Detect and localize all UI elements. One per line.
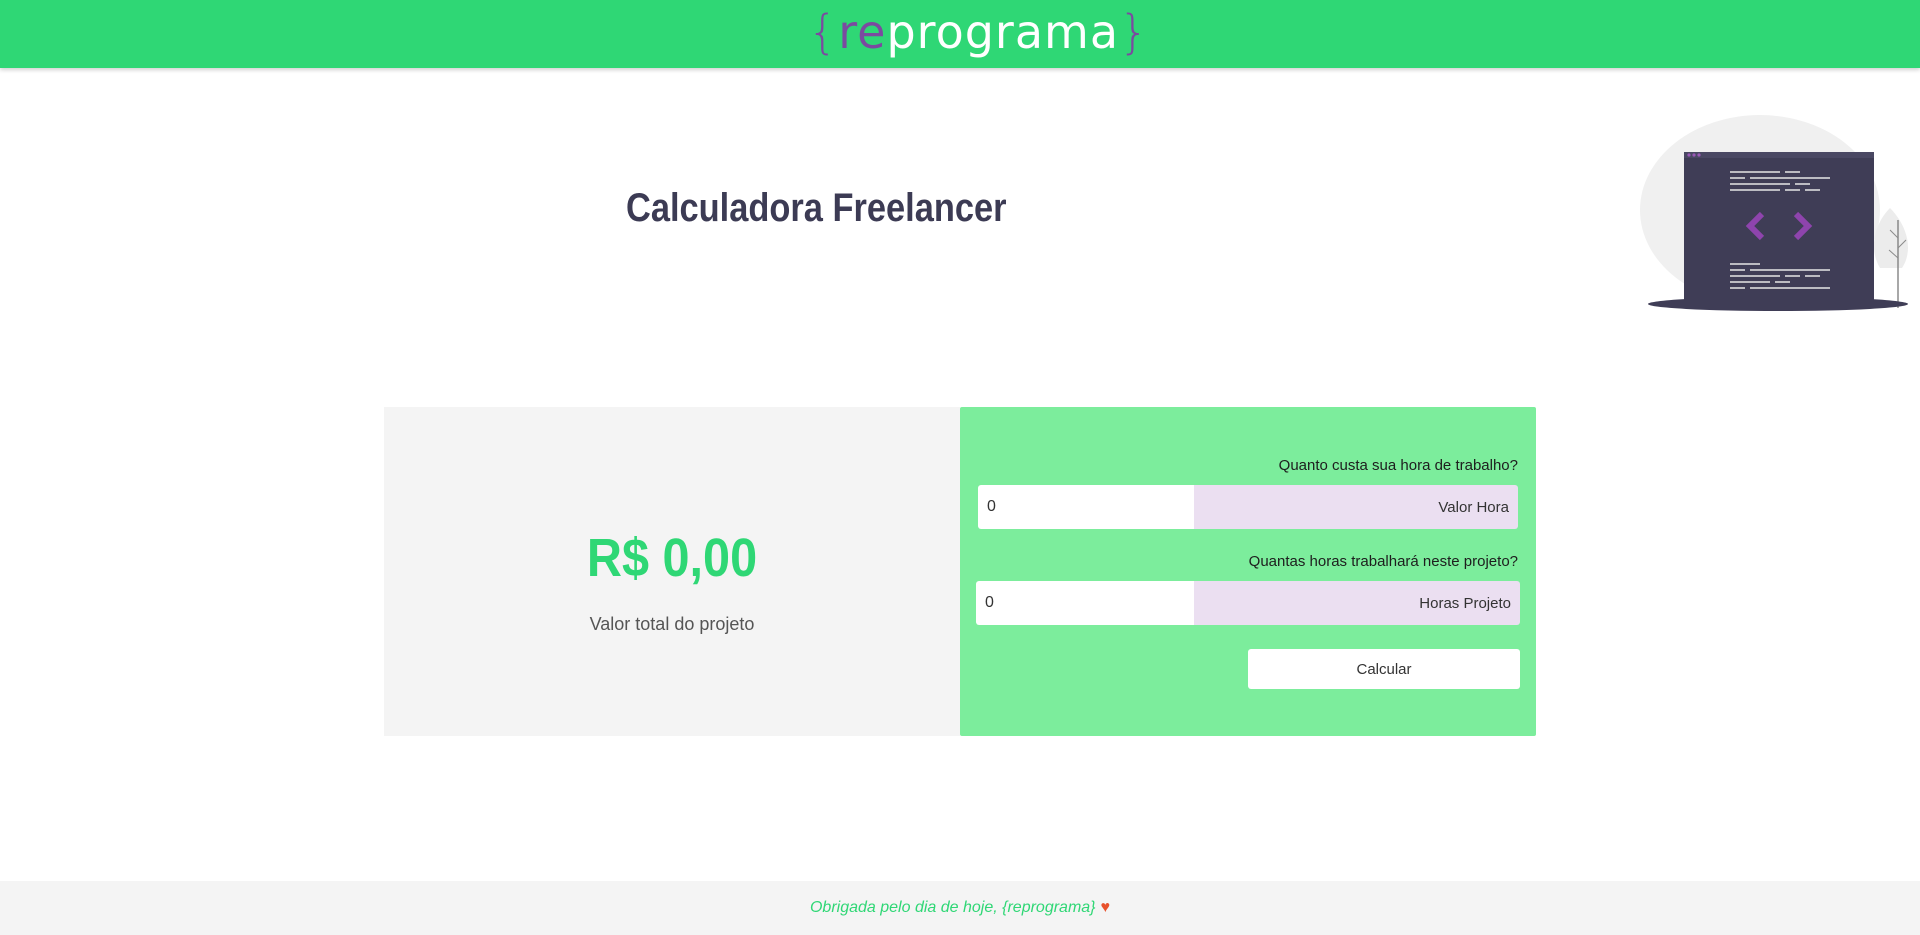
logo-close-brace: } <box>1119 5 1150 59</box>
logo-re: re <box>838 5 887 59</box>
project-hours-question: Quantas horas trabalhará neste projeto? <box>1248 553 1518 570</box>
project-hours-field: 0 Horas Projeto <box>976 581 1520 625</box>
top-header: {re programa} <box>0 0 1920 68</box>
calculator-form: Quanto custa sua hora de trabalho? 0 Val… <box>960 407 1536 736</box>
logo-open-brace: { <box>808 5 839 59</box>
footer-thanks-text: Obrigada pelo dia de hoje, {reprograma} <box>809 899 1096 916</box>
project-hours-suffix: Horas Projeto <box>1194 581 1520 625</box>
calculate-button[interactable]: Calcular <box>1248 649 1520 689</box>
total-value-label: Valor total do projeto <box>589 614 755 634</box>
hour-cost-question: Quanto custa sua hora de trabalho? <box>1278 457 1518 474</box>
logo-programa: programa <box>886 5 1120 59</box>
reprograma-logo[interactable]: {re programa} <box>808 2 1149 62</box>
hour-value-suffix: Valor Hora <box>1194 485 1518 529</box>
hour-value-field: 0 Valor Hora <box>978 485 1518 529</box>
code-laptop-illustration <box>1640 115 1909 311</box>
page-title: Calculadora Freelancer <box>626 186 1007 230</box>
total-value: R$ 0,00 <box>586 528 758 588</box>
result-panel: R$ 0,00 Valor total do projeto <box>384 407 960 736</box>
project-hours-input[interactable]: 0 <box>976 581 1194 625</box>
page-footer: Obrigada pelo dia de hoje, {reprograma} … <box>0 881 1920 935</box>
hour-value-input[interactable]: 0 <box>978 485 1194 529</box>
heart-icon: ♥ <box>1100 899 1111 916</box>
